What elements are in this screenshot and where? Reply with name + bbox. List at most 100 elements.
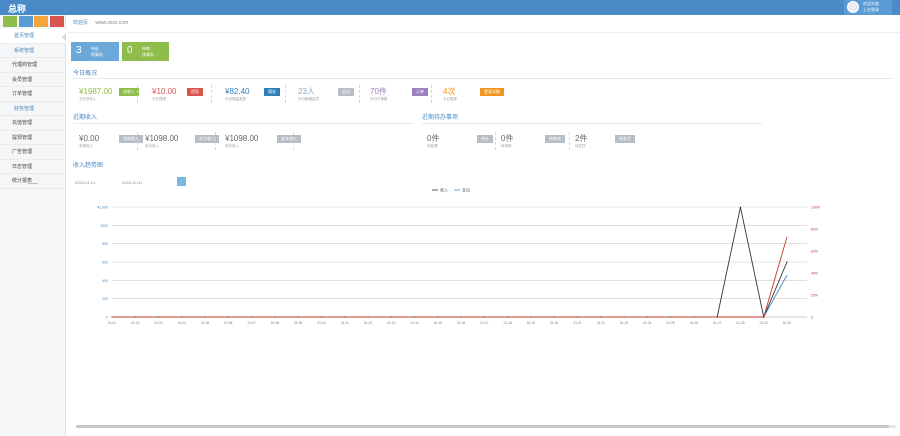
sidebar-item[interactable]: 统计报表: [0, 174, 66, 189]
right-tick-label: 80%: [811, 228, 818, 232]
x-tick-label: 01-29: [760, 321, 768, 325]
user-greeting: 欢迎光临: [863, 1, 879, 6]
legend-entry: 支出: [462, 187, 470, 193]
y-tick-label: ¥1,000: [97, 206, 108, 210]
income-trend-chart: 0 200 400 600 800 1000 ¥1,000 0 20% 40% 60% 80% 100%…: [97, 187, 820, 326]
app-logo[interactable]: 总称: [8, 2, 26, 15]
data-point: [413, 316, 416, 318]
data-point: [600, 316, 602, 318]
right-tick-label: 100%: [811, 206, 820, 210]
data-point: [716, 316, 718, 318]
data-point: [437, 316, 439, 318]
x-tick-label: 01-09: [294, 321, 302, 325]
data-point: [460, 316, 462, 318]
x-tick-label: 01-11: [341, 321, 349, 325]
data-point: [670, 316, 672, 318]
scrollbar-thumb[interactable]: [76, 425, 889, 428]
data-point: [553, 316, 555, 318]
legend-entry: 收入: [440, 187, 448, 193]
x-tick-label: 01-24: [643, 321, 651, 325]
x-tick-label: 01-28: [736, 321, 744, 325]
data-point: [507, 316, 509, 318]
data-point: [367, 316, 369, 318]
y-tick-label: 200: [102, 297, 108, 301]
sidebar-item[interactable]: 订单管理: [0, 87, 66, 102]
sidebar-item[interactable]: 充值管理: [0, 116, 66, 131]
x-tick-label: 01-15: [434, 321, 442, 325]
data-point: [251, 316, 253, 318]
x-tick-label: 01-03: [154, 321, 162, 325]
data-point: [297, 316, 299, 318]
x-tick-label: 01-23: [620, 321, 628, 325]
y-tick-label: 800: [102, 242, 108, 246]
horizontal-scrollbar[interactable]: [76, 425, 896, 428]
right-tick-label: 40%: [811, 272, 818, 276]
sidebar-item[interactable]: 首页管理: [0, 29, 66, 44]
data-point: [320, 316, 323, 318]
x-tick-label: 01-10: [317, 321, 325, 325]
data-point: [483, 316, 486, 318]
sidebar-shortcut-button[interactable]: [18, 16, 33, 27]
x-tick-label: 01-19: [527, 321, 535, 325]
data-point: [530, 316, 532, 318]
x-tick-label: 01-14: [411, 321, 419, 325]
sidebar-item[interactable]: 会员管理: [0, 73, 66, 87]
data-point: [157, 316, 160, 318]
x-tick-label: 01-12: [364, 321, 372, 325]
sidebar-shortcut-button[interactable]: [3, 16, 17, 27]
user-menu[interactable]: 欢迎光临 上次登录: [844, 0, 892, 15]
sidebar-shortcut-button[interactable]: [34, 16, 48, 27]
main-content: 欢迎页 www.xxxx.com 3 待处 理事务 0 待审 核事务 今日概况 ¥1…: [67, 15, 900, 436]
data-point: [390, 316, 392, 318]
data-point: [227, 316, 229, 318]
x-tick-label: 01-04: [178, 321, 186, 325]
user-info: 欢迎光临 上次登录: [863, 1, 879, 13]
sidebar-item[interactable]: 日志管理: [0, 160, 66, 174]
sidebar: 首页管理 系统管理 代理商管理 会员管理 订单管理 财务管理 充值管理 提现管理 广告管理 日志管…: [0, 15, 66, 436]
data-point: [739, 206, 742, 208]
x-tick-label: 01-22: [597, 321, 605, 325]
data-point: [786, 261, 788, 263]
right-tick-label: 20%: [811, 294, 818, 298]
right-tick-label: 60%: [811, 250, 818, 254]
x-tick-label: 01-06: [224, 321, 232, 325]
data-point: [344, 316, 346, 318]
x-tick-label: 01-18: [504, 321, 512, 325]
series-line-ratio: [112, 236, 788, 318]
data-point: [274, 316, 276, 318]
y-tick-label: 0: [106, 316, 108, 320]
right-tick-label: 0: [811, 316, 813, 320]
last-login: 上次登录: [863, 7, 879, 12]
sidebar-item[interactable]: 广告管理: [0, 145, 66, 160]
x-tick-label: 01-01: [108, 321, 116, 325]
avatar[interactable]: [847, 1, 859, 13]
top-header: 总称 欢迎光临 上次登录: [0, 0, 900, 15]
x-tick-label: 01-30: [783, 321, 791, 325]
sidebar-item[interactable]: 提现管理: [0, 131, 66, 145]
data-point: [646, 316, 648, 318]
y-tick-label: 600: [102, 261, 108, 265]
data-point: [111, 316, 113, 318]
x-tick-label: 01-13: [387, 321, 395, 325]
x-tick-label: 01-05: [201, 321, 209, 325]
sidebar-collapse-toggle[interactable]: [28, 183, 38, 186]
x-tick-label: 01-26: [690, 321, 698, 325]
x-tick-label: 01-02: [131, 321, 139, 325]
data-point: [763, 316, 765, 318]
x-tick-label: 01-17: [480, 321, 488, 325]
y-tick-label: 400: [102, 279, 108, 283]
x-tick-label: 01-07: [248, 321, 256, 325]
data-point: [623, 316, 625, 318]
x-tick-label: 01-27: [713, 321, 721, 325]
sidebar-shortcut-button[interactable]: [49, 16, 64, 27]
sidebar-item[interactable]: 系统管理: [0, 44, 66, 58]
series-line-expense: [112, 274, 788, 318]
x-tick-label: 01-08: [271, 321, 279, 325]
data-point: [181, 316, 183, 318]
sidebar-item[interactable]: 代理商管理: [0, 58, 66, 73]
x-tick-label: 01-25: [667, 321, 675, 325]
sidebar-item[interactable]: 财务管理: [0, 102, 66, 116]
data-point: [134, 316, 136, 318]
x-tick-label: 01-21: [573, 321, 581, 325]
data-point: [576, 316, 579, 318]
